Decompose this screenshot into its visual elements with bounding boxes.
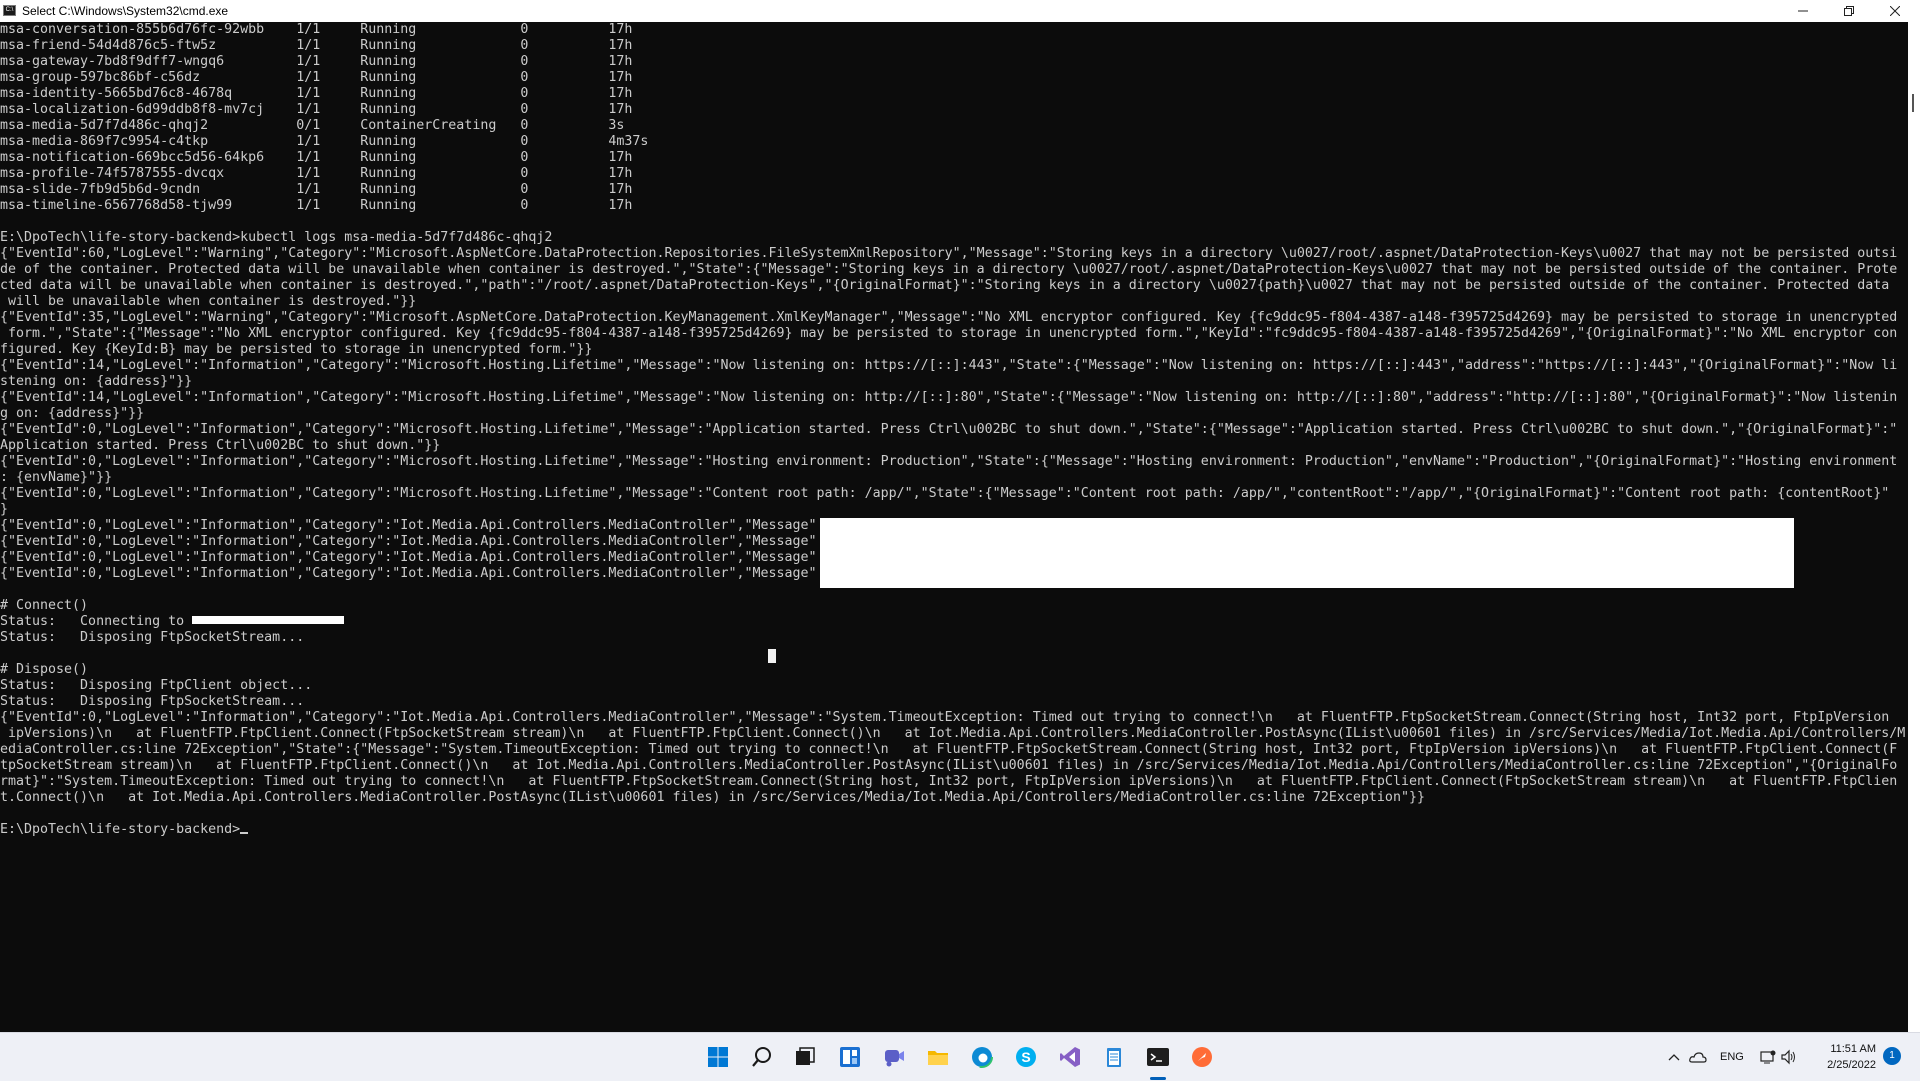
notepad-icon[interactable]	[1102, 1045, 1126, 1069]
console-line: msa-conversation-855b6d76fc-92wbb 1/1 Ru…	[0, 22, 633, 37]
chevron-up-icon[interactable]	[1662, 1045, 1686, 1069]
task-view-icon[interactable]	[793, 1045, 817, 1069]
notification-badge[interactable]: 1	[1883, 1047, 1901, 1065]
search-icon[interactable]	[750, 1045, 774, 1069]
console-line: msa-gateway-7bd8f9dff7-wngq6 1/1 Running…	[0, 54, 633, 69]
console-line: # Dispose()	[0, 662, 89, 677]
svg-text:S: S	[1021, 1049, 1030, 1065]
console-text[interactable]: msa-conversation-855b6d76fc-92wbb 1/1 Ru…	[0, 22, 1908, 838]
console-line: {"EventId":14,"LogLevel":"Information","…	[0, 390, 1898, 405]
console-line: ediaController.cs:line 72Exception","Sta…	[0, 742, 1898, 757]
window-title: Select C:\Windows\System32\cmd.exe	[22, 4, 229, 18]
minimize-icon	[1798, 10, 1808, 12]
console-line: de of the container. Protected data will…	[0, 262, 1898, 277]
clock[interactable]: 11:51 AM 2/25/2022	[1812, 1041, 1876, 1073]
volume-icon[interactable]	[1776, 1045, 1800, 1069]
console-line: tpSocketStream stream)\n at FluentFTP.Ft…	[0, 758, 1898, 773]
console-line: Application started. Press Ctrl\u002BC t…	[0, 438, 441, 453]
console-line: {"EventId":0,"LogLevel":"Information","C…	[0, 710, 1890, 725]
console-line: msa-friend-54d4d876c5-ftw5z 1/1 Running …	[0, 38, 633, 53]
console-line: ipVersions)\n at FluentFTP.FtpClient.Con…	[0, 726, 1906, 741]
redacted-region	[820, 518, 1794, 588]
console-line: E:\DpoTech\life-story-backend>	[0, 822, 1908, 838]
chat-icon[interactable]	[882, 1045, 906, 1069]
console-line: msa-localization-6d99ddb8f8-mv7cj 1/1 Ru…	[0, 102, 633, 117]
visual-studio-icon[interactable]	[1058, 1045, 1082, 1069]
restore-icon	[1844, 6, 1854, 16]
console-line: cted data will be unavailable when conta…	[0, 278, 1890, 293]
taskbar: S ENG 11:51 AM 2/25/2022 1	[0, 1032, 1920, 1081]
prompt-cursor	[240, 832, 249, 834]
console-line: form.","State":{"Message":"No XML encryp…	[0, 326, 1898, 341]
console-line: msa-identity-5665bd76c8-4678q 1/1 Runnin…	[0, 86, 633, 101]
maximize-button[interactable]	[1826, 0, 1872, 22]
console-line: msa-media-5d7f7d486c-qhqj2 0/1 Container…	[0, 118, 625, 133]
console-line: Status: Disposing FtpSocketStream...	[0, 694, 305, 709]
minimize-button[interactable]	[1780, 0, 1826, 22]
console-line: {"EventId":0,"LogLevel":"Information","C…	[0, 422, 1898, 437]
console-line: # Connect()	[0, 598, 89, 613]
console-line: {"EventId":14,"LogLevel":"Information","…	[0, 358, 1898, 373]
edge-icon[interactable]	[970, 1045, 994, 1069]
console-line: g on: {address}"}}	[0, 406, 145, 421]
console-line: t.Connect()\n at Iot.Media.Api.Controlle…	[0, 790, 1425, 805]
console-scrollbar[interactable]	[1908, 22, 1920, 1032]
clock-time: 11:51 AM	[1830, 1043, 1876, 1055]
console-line: stening on: {address}"}}	[0, 374, 193, 389]
console-line: msa-slide-7fb9d5b6d-9cndn 1/1 Running 0 …	[0, 182, 633, 197]
onedrive-icon[interactable]	[1686, 1045, 1710, 1069]
language-indicator[interactable]: ENG	[1720, 1051, 1744, 1063]
close-button[interactable]	[1872, 0, 1918, 22]
console-line: msa-profile-74f5787555-dvcqx 1/1 Running…	[0, 166, 633, 181]
console-line: msa-media-869f7c9954-c4tkp 1/1 Running 0…	[0, 134, 649, 149]
skype-icon[interactable]: S	[1014, 1045, 1038, 1069]
window-title-bar[interactable]: C:\ Select C:\Windows\System32\cmd.exe	[0, 0, 1920, 22]
console-line: Status: Disposing FtpClient object...	[0, 678, 313, 693]
console-line: will be unavailable when container is de…	[0, 294, 417, 309]
console-line: msa-notification-669bcc5d56-64kp6 1/1 Ru…	[0, 150, 633, 165]
close-icon	[1890, 6, 1900, 16]
console-line: msa-group-597bc86bf-c56dz 1/1 Running 0 …	[0, 70, 633, 85]
console-line: msa-timeline-6567768d58-tjw99 1/1 Runnin…	[0, 198, 633, 213]
console-line: {"EventId":0,"LogLevel":"Information","C…	[0, 454, 1898, 469]
postman-icon[interactable]	[1190, 1045, 1214, 1069]
widgets-icon[interactable]	[838, 1045, 862, 1069]
mouse-text-cursor	[768, 649, 776, 663]
redacted-host	[192, 616, 344, 624]
start-icon[interactable]	[706, 1045, 730, 1069]
scrollbar-thumb[interactable]	[1912, 94, 1914, 112]
terminal-icon[interactable]	[1146, 1045, 1170, 1069]
clock-date: 2/25/2022	[1827, 1059, 1876, 1071]
console-line: }	[0, 502, 9, 517]
console-line: {"EventId":0,"LogLevel":"Information","C…	[0, 486, 1890, 501]
console-line: Status: Disposing FtpSocketStream...	[0, 630, 305, 645]
console-line: : {envName}"}}	[0, 470, 113, 485]
file-explorer-icon[interactable]	[926, 1045, 950, 1069]
console-line: {"EventId":60,"LogLevel":"Warning","Cate…	[0, 246, 1898, 261]
console-line: rmat}":"System.TimeoutException: Timed o…	[0, 774, 1898, 789]
console-line: E:\DpoTech\life-story-backend>kubectl lo…	[0, 230, 553, 245]
cmd-app-icon: C:\	[3, 5, 16, 16]
console-line: {"EventId":35,"LogLevel":"Warning","Cate…	[0, 310, 1898, 325]
console-line: figured. Key {KeyId:B} may be persisted …	[0, 342, 593, 357]
console-output[interactable]: msa-conversation-855b6d76fc-92wbb 1/1 Ru…	[0, 22, 1908, 1032]
